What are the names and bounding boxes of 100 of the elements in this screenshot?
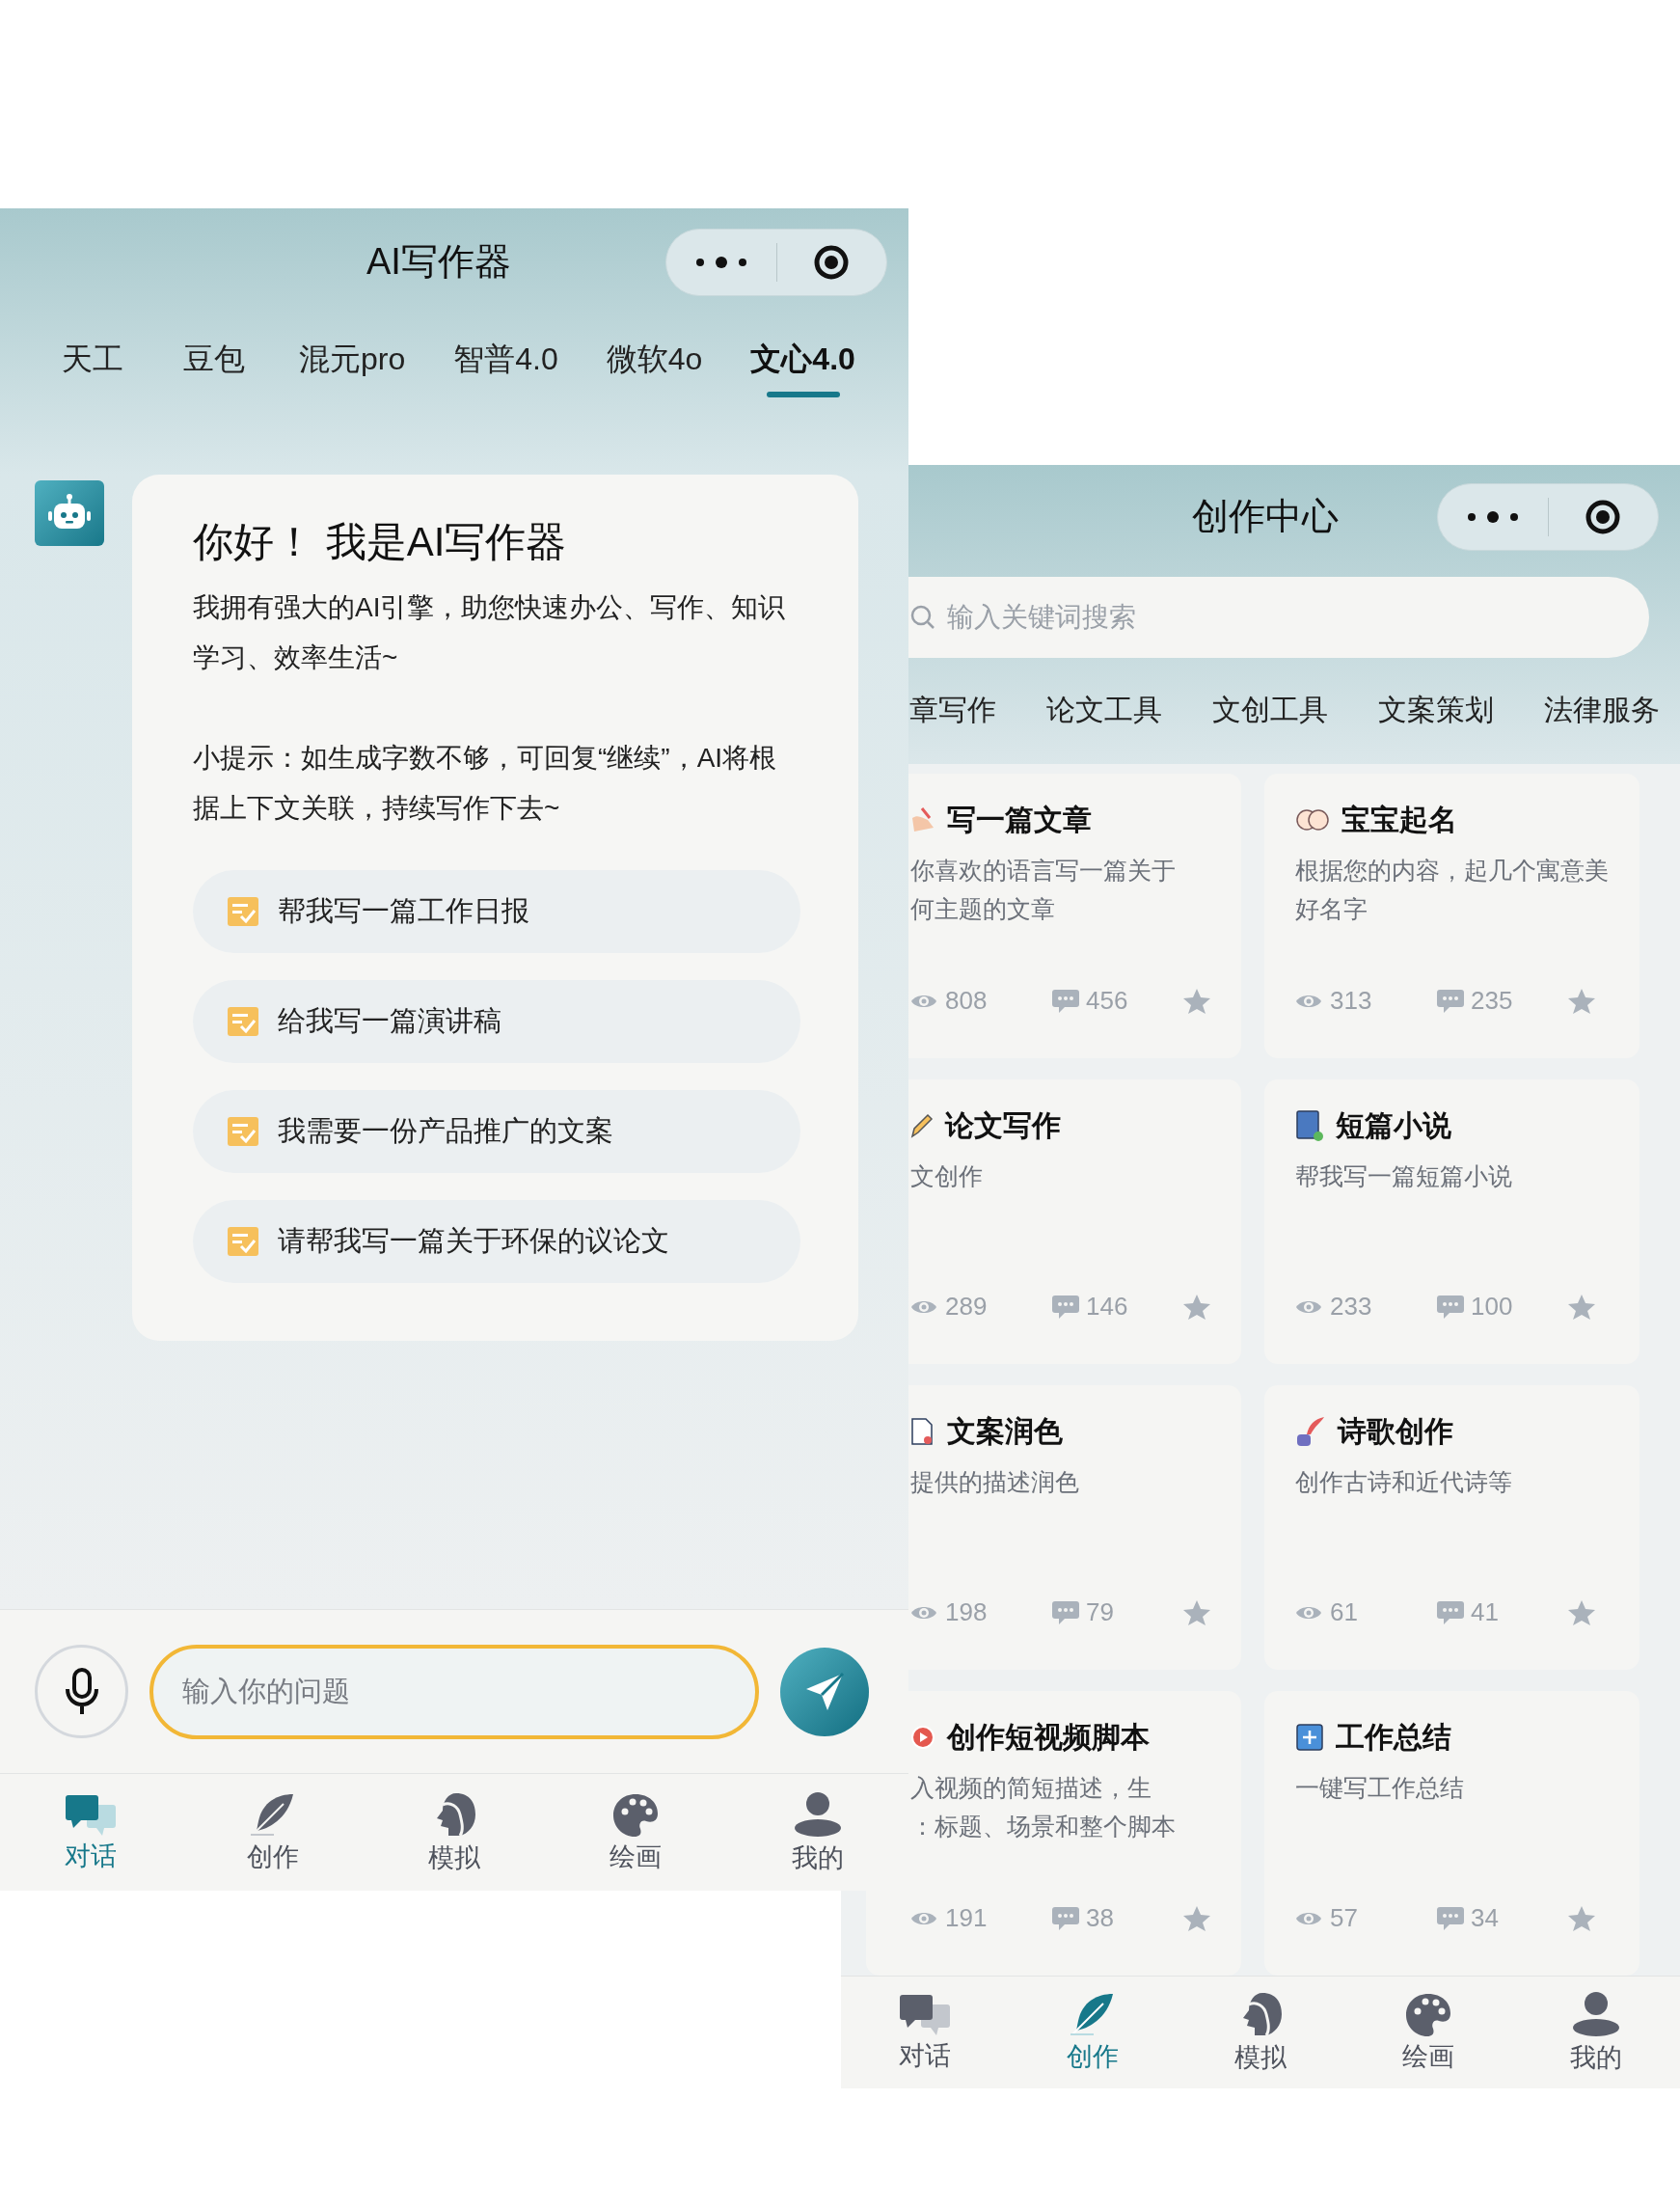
view-count: 61 <box>1330 1596 1359 1628</box>
tool-card[interactable]: 诗歌创作 创作古诗和近代诗等 61 41 <box>1264 1385 1639 1670</box>
card-description: 何主题的文章 <box>910 894 1056 924</box>
card-description: 你喜欢的语言写一篇关于 <box>910 856 1177 886</box>
tool-card[interactable]: 论文写作 文创作 289 146 <box>908 1079 1241 1364</box>
card-description: 入视频的简短描述，生 <box>910 1773 1152 1803</box>
microphone-button[interactable] <box>35 1645 128 1738</box>
tab-bar-item[interactable]: 绘画 <box>578 1791 694 1873</box>
category-tab[interactable]: 论文工具 <box>1046 691 1162 729</box>
view-count: 57 <box>1330 1902 1359 1934</box>
search-icon <box>910 605 935 630</box>
robot-avatar <box>35 480 104 546</box>
card-title: 工作总结 <box>1336 1720 1451 1755</box>
document-icon <box>910 1417 935 1446</box>
tool-card[interactable]: 短篇小说 帮我写一篇短篇小说 233 100 <box>1264 1079 1639 1364</box>
book-icon <box>1295 1109 1324 1142</box>
comment-count: 235 <box>1471 985 1514 1017</box>
chat-icon <box>898 1993 952 2035</box>
babies-icon <box>1295 808 1330 832</box>
comment-icon <box>1051 1294 1080 1320</box>
greeting-title: 你好！ 我是AI写作器 <box>193 518 568 566</box>
tool-card[interactable]: 写一篇文章 你喜欢的语言写一篇关于 何主题的文章 808 456 <box>908 774 1241 1058</box>
card-description: 帮我写一篇短篇小说 <box>1295 1161 1513 1191</box>
tool-card[interactable]: 宝宝起名 根据您的内容，起几个寓意美好名字 313 235 <box>1264 774 1639 1058</box>
model-tab[interactable]: 微软4o <box>606 336 703 397</box>
comment-count: 456 <box>1086 985 1129 1017</box>
tab-bar-item[interactable]: 模拟 <box>395 1790 512 1874</box>
card-title: 论文写作 <box>945 1108 1061 1143</box>
tab-bar-item[interactable]: 我的 <box>1538 1991 1654 2074</box>
checklist-icon <box>228 1007 258 1036</box>
card-title: 诗歌创作 <box>1338 1414 1453 1449</box>
microphone-icon <box>64 1667 99 1716</box>
view-count: 313 <box>1330 985 1373 1017</box>
window-title: AI写作器 <box>366 240 511 284</box>
tool-card[interactable]: 文案润色 提供的描述润色 198 79 <box>908 1385 1241 1670</box>
tool-card[interactable]: 工作总结 一键写工作总结 57 34 <box>1264 1691 1639 1976</box>
model-tab[interactable]: 智普4.0 <box>453 336 558 397</box>
tab-bar-item[interactable]: 对话 <box>33 1792 149 1872</box>
palette-icon <box>611 1791 661 1837</box>
suggestion-chip[interactable]: 帮我写一篇工作日报 <box>193 870 800 953</box>
tab-bar-item[interactable]: 创作 <box>1035 1992 1151 2073</box>
suggestion-chip[interactable]: 给我写一篇演讲稿 <box>193 980 800 1063</box>
comment-icon <box>1436 1599 1465 1625</box>
window-title: 创作中心 <box>1192 495 1339 538</box>
pencil-icon <box>910 1113 934 1138</box>
hand-writing-icon <box>910 806 935 833</box>
category-tab[interactable]: 章写作 <box>909 691 996 729</box>
suggestion-chip[interactable]: 请帮我写一篇关于环保的议论文 <box>193 1200 800 1283</box>
category-tab[interactable]: 法律服务 <box>1544 691 1660 729</box>
tip-text: 小提示：如生成字数不够，可回复“继续”，AI将根据上下文关联，持续写作下去~ <box>193 742 778 825</box>
card-title: 写一篇文章 <box>947 803 1092 837</box>
question-input[interactable]: 输入你的问题 <box>149 1644 759 1739</box>
category-tab[interactable]: 文创工具 <box>1212 691 1328 729</box>
comment-icon <box>1051 1905 1080 1931</box>
plus-square-icon <box>1295 1723 1324 1752</box>
card-description: ：标题、场景和整个脚本 <box>910 1812 1177 1841</box>
comment-count: 146 <box>1086 1291 1129 1323</box>
card-description: 一键写工作总结 <box>1295 1773 1465 1803</box>
tab-bar-item[interactable]: 模拟 <box>1203 1991 1318 2074</box>
tab-bar-item[interactable]: 创作 <box>214 1791 331 1873</box>
comment-count: 100 <box>1471 1291 1514 1323</box>
card-description: 提供的描述润色 <box>910 1467 1080 1497</box>
checklist-icon <box>228 1227 258 1256</box>
play-icon <box>910 1725 935 1750</box>
view-count: 808 <box>945 985 989 1017</box>
chat-icon <box>64 1792 119 1836</box>
comment-icon <box>1436 1905 1465 1931</box>
card-description: 文创作 <box>910 1161 984 1191</box>
comment-count: 79 <box>1086 1596 1115 1628</box>
comment-count: 38 <box>1086 1902 1115 1934</box>
card-title: 宝宝起名 <box>1341 803 1457 837</box>
comment-icon <box>1051 988 1080 1014</box>
model-tab[interactable]: 文心4.0 <box>750 336 855 397</box>
category-tab[interactable]: 文案策划 <box>1378 691 1494 729</box>
model-tab[interactable]: 豆包 <box>177 336 251 397</box>
quill-ink-icon <box>1295 1415 1326 1448</box>
checklist-icon <box>228 1117 258 1146</box>
tab-bar-item[interactable]: 绘画 <box>1370 1992 1486 2073</box>
tab-bar-item[interactable]: 对话 <box>867 1993 983 2072</box>
view-count: 233 <box>1330 1291 1373 1323</box>
view-count: 289 <box>945 1291 989 1323</box>
model-tab[interactable]: 天工 <box>56 336 129 397</box>
intro-text: 我拥有强大的AI引擎，助您快速办公、写作、知识学习、效率生活~ <box>193 591 787 674</box>
comment-count: 41 <box>1471 1596 1500 1628</box>
card-description: 创作古诗和近代诗等 <box>1295 1467 1513 1497</box>
user-icon <box>1572 1991 1620 2037</box>
palette-icon <box>1404 1992 1452 2036</box>
view-count: 198 <box>945 1596 989 1628</box>
comment-icon <box>1436 988 1465 1014</box>
card-title: 文案润色 <box>947 1414 1063 1449</box>
card-title: 短篇小说 <box>1336 1108 1451 1143</box>
checklist-icon <box>228 897 258 926</box>
view-count: 191 <box>945 1902 989 1934</box>
comment-count: 34 <box>1471 1902 1500 1934</box>
user-icon <box>793 1790 842 1838</box>
model-tab[interactable]: 混元pro <box>299 336 406 397</box>
comment-icon <box>1436 1294 1465 1320</box>
comment-icon <box>1051 1599 1080 1625</box>
suggestion-chip[interactable]: 我需要一份产品推广的文案 <box>193 1090 800 1173</box>
tool-card[interactable]: 创作短视频脚本 入视频的简短描述，生 ：标题、场景和整个脚本 191 38 <box>866 1691 1241 1976</box>
